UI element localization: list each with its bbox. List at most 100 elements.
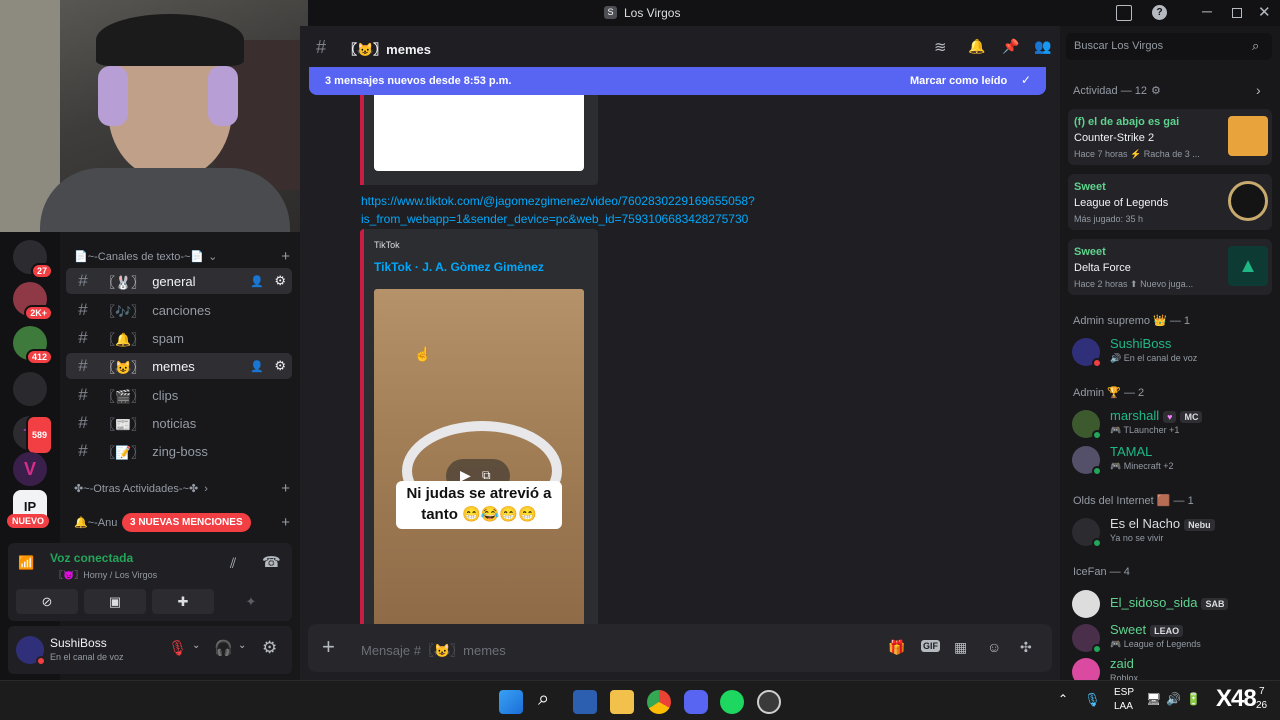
steam-icon[interactable]: [757, 690, 781, 714]
activities-button[interactable]: ✚: [152, 589, 214, 614]
username[interactable]: SushiBoss: [50, 636, 107, 650]
server-icon[interactable]: 412: [13, 326, 53, 365]
add-channel-icon[interactable]: +: [281, 514, 290, 531]
volume-icon[interactable]: 🔊: [1166, 692, 1181, 706]
gear-icon[interactable]: ⚙: [1151, 84, 1161, 97]
add-attachment-icon[interactable]: +: [322, 634, 335, 660]
server-icon[interactable]: 2K+: [13, 282, 53, 321]
battery-icon[interactable]: 🔋: [1186, 692, 1201, 706]
close-button[interactable]: ✕: [1258, 3, 1271, 21]
threads-icon[interactable]: ≋: [934, 38, 947, 56]
add-channel-icon[interactable]: +: [281, 480, 290, 497]
gear-icon[interactable]: ⚙: [274, 358, 286, 374]
store-icon[interactable]: [573, 690, 597, 714]
new-mentions-badge[interactable]: 3 NUEVAS MENCIONES: [122, 513, 251, 532]
channel-zing-boss[interactable]: # 〖📝〗 zing-boss: [66, 438, 292, 464]
screen-share-button[interactable]: ▣: [84, 589, 146, 614]
sticker-icon[interactable]: ▦: [954, 639, 967, 656]
channel-noticias[interactable]: # 〖📰〗 noticias: [66, 410, 292, 436]
pin-icon[interactable]: 📌: [1002, 38, 1019, 55]
language-region[interactable]: LAA: [1114, 701, 1133, 712]
spotify-icon[interactable]: [720, 690, 744, 714]
search-input[interactable]: Buscar Los Virgos ⌕: [1066, 33, 1272, 60]
member-row[interactable]: marshall ♥ MC 🎮 TLauncher +1: [1072, 408, 1272, 440]
avatar: [1072, 518, 1102, 548]
voice-status[interactable]: Voz conectada: [50, 551, 133, 565]
invite-icon[interactable]: 👤: [250, 360, 264, 373]
member-list-icon[interactable]: 👥: [1034, 38, 1051, 55]
avatar: [1072, 624, 1102, 654]
member-row[interactable]: TAMAL 🎮 Minecraft +2: [1072, 444, 1272, 476]
valorant-server-icon[interactable]: V: [13, 452, 47, 486]
gear-icon[interactable]: ⚙: [274, 273, 286, 289]
embed-provider[interactable]: TikTok: [374, 240, 400, 250]
minimize-button[interactable]: ─: [1202, 3, 1212, 19]
member-row[interactable]: Es el Nacho Nebu Ya no se vivir: [1072, 516, 1272, 548]
file-explorer-icon[interactable]: [610, 690, 634, 714]
chrome-icon[interactable]: [647, 690, 671, 714]
new-messages-bar[interactable]: 3 mensajes nuevos desde 8:53 p.m. Marcar…: [309, 67, 1046, 95]
member-row[interactable]: SushiBoss 🔊 En el canal de voz: [1072, 336, 1272, 368]
gift-icon[interactable]: 🎁: [888, 639, 905, 656]
chevron-up-icon[interactable]: ⌃: [1058, 692, 1068, 706]
activity-card[interactable]: Sweet Delta Force Hace 2 horas ⬆ Nuevo j…: [1068, 239, 1272, 295]
channel-spam[interactable]: # 〖🔔〗 spam: [66, 325, 292, 351]
maximize-button[interactable]: [1232, 8, 1242, 18]
server-icon[interactable]: ᯤ589: [13, 415, 53, 455]
add-channel-icon[interactable]: +: [281, 248, 290, 265]
chevron-down-icon[interactable]: ⌄: [192, 640, 200, 651]
help-icon[interactable]: ?: [1152, 5, 1167, 20]
channel-clips[interactable]: # 〖🎬〗 clips: [66, 382, 292, 408]
clock-time[interactable]: 7: [1259, 686, 1265, 697]
activity-card[interactable]: (f) el de abajo es gai Counter-Strike 2 …: [1068, 109, 1272, 165]
embed-title[interactable]: TikTok · J. A. Gòmez Gimènez: [374, 260, 544, 274]
language-code[interactable]: ESP: [1114, 687, 1134, 698]
discord-taskbar-icon[interactable]: [684, 690, 708, 714]
soundboard-button[interactable]: ✦: [220, 589, 282, 614]
activity-header: Actividad — 12: [1073, 85, 1147, 97]
video-player[interactable]: ▶ ⧉ Ni judas se atrevió a tanto 😁😂😁😁: [374, 289, 584, 629]
chevron-right-icon[interactable]: ›: [1256, 82, 1261, 98]
category-otras-actividades[interactable]: ✤~-Otras Actividades-~✤ › +: [74, 480, 290, 497]
emoji-icon[interactable]: ☺: [987, 639, 1001, 655]
link-line[interactable]: is_from_webapp=1&sender_device=pc&web_id…: [361, 210, 755, 228]
gif-icon[interactable]: GIF: [921, 640, 940, 652]
deafen-icon[interactable]: 🎧: [214, 639, 233, 657]
clock-date[interactable]: 26: [1256, 700, 1267, 711]
category-text-channels[interactable]: 📄~-Canales de texto-~📄 ⌄ +: [74, 248, 290, 265]
message-input[interactable]: Mensaje #〖😺〗memes: [361, 640, 506, 659]
bell-icon[interactable]: 🔔: [968, 38, 985, 55]
chevron-down-icon[interactable]: ⌄: [238, 640, 246, 651]
link-line[interactable]: https://www.tiktok.com/@jagomezgimenez/v…: [361, 192, 755, 210]
message-composer[interactable]: + Mensaje #〖😺〗memes 🎁 GIF ▦ ☺ ✣: [308, 624, 1052, 672]
gear-icon[interactable]: ⚙: [262, 638, 277, 658]
channel-memes[interactable]: # 〖😺〗 memes 👤 ⚙: [66, 353, 292, 379]
invite-icon[interactable]: 👤: [250, 275, 264, 288]
network-icon[interactable]: 🖥: [1146, 692, 1161, 706]
activity-card[interactable]: Sweet League of Legends Más jugado: 35 h: [1068, 174, 1272, 230]
avatar[interactable]: [16, 636, 46, 666]
member-row[interactable]: El_sidoso_sida SAB: [1072, 588, 1272, 620]
tiktok-link[interactable]: https://www.tiktok.com/@jagomezgimenez/v…: [361, 192, 755, 228]
microphone-icon[interactable]: 🎙: [1084, 692, 1101, 708]
apps-icon[interactable]: ✣: [1020, 639, 1032, 656]
mute-icon[interactable]: 🎙: [168, 639, 187, 657]
channel-canciones[interactable]: # 〖🎶〗 canciones: [66, 297, 292, 323]
camera-off-button[interactable]: ⊘: [16, 589, 78, 614]
windows-start-icon[interactable]: [499, 690, 523, 714]
channel-general[interactable]: # 〖🐰〗 general 👤 ⚙: [66, 268, 292, 294]
server-icon[interactable]: 27: [13, 240, 53, 279]
member-name: zaid: [1110, 656, 1134, 671]
voice-channel[interactable]: 〖😈〗Horny / Los Virgos: [54, 568, 157, 581]
disconnect-icon[interactable]: ☎: [262, 553, 281, 571]
activity-game: Counter-Strike 2: [1074, 132, 1155, 144]
chat-area: # 〖😺〗memes ≋ 🔔 📌 👥 3 mensajes nuevos des…: [300, 26, 1060, 680]
server-icon[interactable]: [13, 372, 47, 406]
noise-suppression-icon[interactable]: ⫽: [230, 555, 236, 572]
mark-read-button[interactable]: Marcar como leído: [910, 75, 1007, 87]
member-row[interactable]: Sweet LEAO 🎮 League of Legends: [1072, 622, 1272, 654]
embed-thumbnail[interactable]: [374, 95, 584, 171]
search-icon[interactable]: ⌕: [538, 688, 549, 711]
inbox-icon[interactable]: [1116, 5, 1132, 21]
category-label: 🔔~-Anu: [74, 517, 118, 529]
